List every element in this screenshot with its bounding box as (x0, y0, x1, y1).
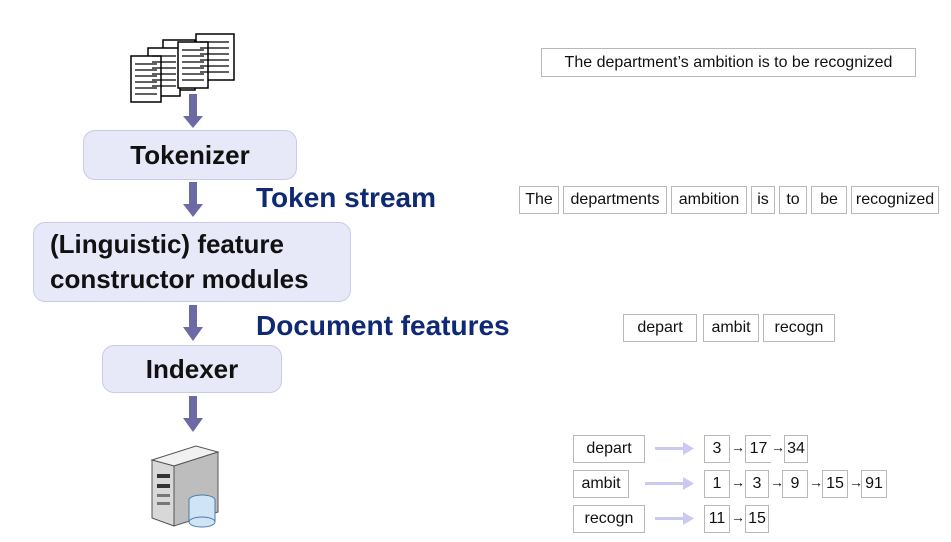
token-box: be (811, 186, 847, 214)
posting-term-box: ambit (573, 470, 629, 498)
posting-id-text: 91 (865, 475, 883, 492)
posting-term-text: recogn (584, 510, 634, 527)
indexer-stage: Indexer (102, 345, 282, 393)
feature-constructor-line2: constructor modules (50, 264, 309, 294)
posting-id-box: 17 (745, 435, 771, 463)
next-pointer-icon: → (731, 509, 745, 525)
posting-id-text: 3 (752, 475, 762, 492)
next-pointer-icon: → (731, 474, 745, 490)
posting-id-box: 3 (745, 470, 769, 498)
token-text: ambition (678, 191, 740, 208)
posting-term-text: depart (586, 440, 632, 457)
token-box: to (779, 186, 807, 214)
next-pointer-icon: → (731, 439, 745, 455)
indexer-label: Indexer (145, 353, 239, 384)
posting-id-box: 15 (822, 470, 848, 498)
feature-text: depart (637, 319, 683, 336)
posting-id-box: 3 (704, 435, 730, 463)
posting-id-text: 9 (790, 475, 800, 492)
token-text: be (820, 191, 838, 208)
posting-id-box: 9 (782, 470, 808, 498)
token-text: to (786, 191, 800, 208)
token-text: departments (570, 191, 660, 208)
posting-term-box: recogn (573, 505, 645, 533)
token-stream-label: Token stream (256, 182, 436, 213)
token-box: recognized (851, 186, 939, 214)
posting-id-box: 34 (784, 435, 808, 463)
feature-constructor-stage: (Linguistic) feature constructor modules (33, 222, 351, 302)
posting-id-box: 11 (704, 505, 730, 533)
token-box: departments (563, 186, 667, 214)
feature-constructor-line1: (Linguistic) feature (50, 229, 285, 259)
documents-stack-icon (130, 33, 235, 103)
posting-id-text: 34 (787, 440, 805, 457)
posting-id-text: 1 (712, 475, 722, 492)
posting-arrows (645, 442, 694, 525)
token-text: is (757, 191, 769, 208)
token-box: is (751, 186, 775, 214)
token-box: The (519, 186, 559, 214)
input-sentence-box: The department’s ambition is to be recog… (541, 48, 916, 77)
posting-term-box: depart (573, 435, 645, 463)
feature-text: ambit (711, 319, 751, 336)
token-text: recognized (855, 191, 935, 208)
token-text: The (525, 191, 553, 208)
document-features-label: Document features (256, 310, 510, 341)
tokenizer-stage: Tokenizer (83, 130, 297, 180)
posting-id-box: 1 (704, 470, 730, 498)
posting-id-box: 91 (861, 470, 887, 498)
next-pointer-icon: → (809, 474, 823, 490)
posting-id-text: 3 (712, 440, 722, 457)
posting-term-text: ambit (581, 475, 621, 492)
input-sentence-text: The department’s ambition is to be recog… (564, 53, 893, 71)
posting-id-text: 15 (826, 475, 844, 492)
next-pointer-icon: → (771, 439, 785, 455)
tokenizer-label: Tokenizer (130, 139, 250, 170)
feature-box: depart (623, 314, 697, 342)
posting-id-text: 11 (708, 510, 726, 527)
feature-box: ambit (703, 314, 759, 342)
feature-box: recogn (763, 314, 835, 342)
posting-id-text: 15 (748, 510, 766, 527)
posting-id-box: 15 (745, 505, 769, 533)
feature-text: recogn (774, 319, 824, 336)
token-box: ambition (671, 186, 747, 214)
posting-id-text: 17 (749, 440, 768, 457)
database-server-icon (150, 445, 220, 528)
